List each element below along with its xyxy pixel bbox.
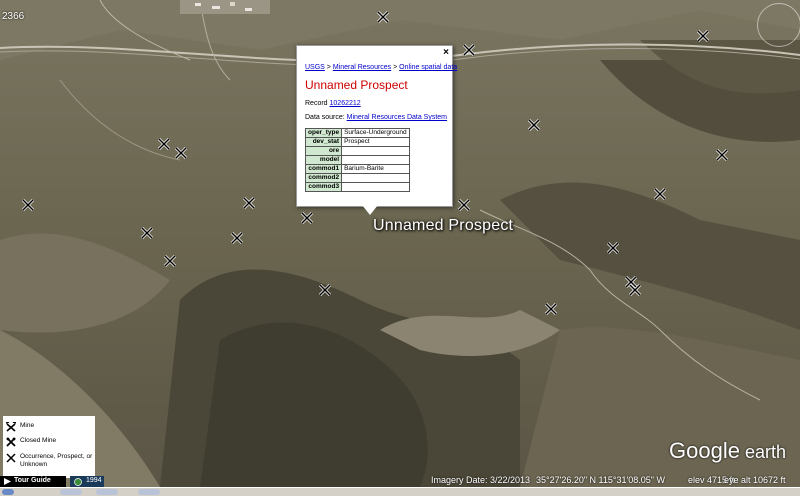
occurrence-marker[interactable] [544, 302, 558, 316]
google-earth-logo: Google earth [669, 438, 786, 464]
legend-label: Closed Mine [20, 437, 57, 444]
placemark-label[interactable]: Unnamed Prospect [373, 217, 513, 235]
occurrence-marker[interactable] [462, 43, 476, 57]
breadcrumb: USGS > Mineral Resources > Online spatia… [305, 64, 457, 71]
clock-icon [74, 478, 82, 486]
attribute-value: Prospect [341, 137, 410, 147]
close-icon[interactable]: × [443, 47, 449, 58]
attribute-value: Barium-Barite [341, 164, 410, 174]
eye-altitude-readout: eye alt 10672 ft [724, 475, 786, 485]
attribute-key: oper_type [304, 128, 343, 138]
attribute-value [341, 155, 410, 165]
attribute-value [341, 173, 410, 183]
table-row: oper_type Surface-Underground [304, 128, 410, 138]
occurrence-marker[interactable] [174, 146, 188, 160]
tour-guide-button[interactable]: Tour Guide [0, 476, 66, 487]
navigation-control[interactable] [757, 3, 800, 47]
record-line: Record 10262212 [305, 100, 361, 107]
taskbar-app-button[interactable] [138, 489, 160, 495]
occurrence-marker[interactable] [242, 196, 256, 210]
table-row: model [304, 155, 410, 165]
breadcrumb-separator: > [324, 64, 333, 71]
occurrence-marker[interactable] [21, 198, 35, 212]
attribute-value [341, 182, 410, 192]
attribute-table: oper_type Surface-Underground dev_stat Pro… [304, 128, 410, 192]
data-source-line: Data source: Mineral Resources Data Syst… [305, 114, 447, 121]
table-row: ore [304, 146, 410, 156]
imagery-date: Imagery Date: 3/22/2013 [431, 475, 531, 485]
online-spatial-data-link[interactable]: Online spatial data [399, 64, 457, 71]
usgs-link[interactable]: USGS [305, 64, 325, 71]
attribute-key: commod2 [304, 173, 343, 183]
table-row: commod3 [304, 182, 410, 192]
occurrence-marker[interactable] [527, 118, 541, 132]
record-label: Record [305, 100, 330, 107]
occurrence-marker[interactable] [628, 283, 642, 297]
occurrence-marker[interactable] [163, 254, 177, 268]
occurrence-marker[interactable] [318, 283, 332, 297]
occurrence-marker[interactable] [457, 198, 471, 212]
start-button[interactable] [2, 489, 14, 495]
closed-mine-icon [6, 437, 16, 449]
logo-google: Google [669, 438, 740, 463]
pick-hammer-icon [5, 421, 17, 434]
occurrence-marker[interactable] [653, 187, 667, 201]
taskbar-app-button[interactable] [60, 489, 82, 495]
occurrence-marker[interactable] [715, 148, 729, 162]
table-row: commod2 [304, 173, 410, 183]
attribute-value [341, 146, 410, 156]
attribute-key: ore [304, 146, 343, 156]
legend-label: Mine [20, 422, 35, 429]
occurrence-marker[interactable] [300, 211, 314, 225]
coordinate-fragment: 2366 [2, 11, 25, 22]
attribute-key: dev_stat [304, 137, 343, 147]
data-source-label: Data source: [305, 114, 347, 121]
record-link[interactable]: 10262212 [330, 100, 361, 107]
table-row: commod1 Barium-Barite [304, 164, 410, 174]
legend-item-closed-mine: Closed Mine [6, 437, 56, 449]
legend-item-occurrence: Occurrence, Prospect, or Unknown [6, 453, 94, 469]
breadcrumb-separator: > [391, 64, 400, 71]
historical-year: 1994 [86, 477, 102, 484]
legend-label: Occurrence, Prospect, or Unknown [20, 453, 93, 468]
attribute-value: Surface-Underground [341, 128, 410, 138]
tour-guide-icon [4, 478, 11, 485]
occurrence-marker[interactable] [157, 137, 171, 151]
occurrence-marker[interactable] [140, 226, 154, 240]
table-row: dev_stat Prospect [304, 137, 410, 147]
mineral-resources-link[interactable]: Mineral Resources [333, 64, 391, 71]
coordinates-readout: 35°27'26.20" N 115°31'08.05" W [536, 475, 665, 485]
tour-guide-label: Tour Guide [14, 477, 51, 484]
occurrence-marker[interactable] [230, 231, 244, 245]
balloon-pointer [362, 205, 378, 215]
status-bar: Imagery Date: 3/22/2013 35°27'26.20" N 1… [0, 474, 800, 487]
occurrence-marker[interactable] [376, 10, 390, 24]
occurrence-x-icon [6, 453, 16, 465]
attribute-key: commod3 [304, 182, 343, 192]
taskbar-app-button[interactable] [96, 489, 118, 495]
balloon-title: Unnamed Prospect [305, 78, 408, 92]
occurrence-marker[interactable] [606, 241, 620, 255]
occurrence-marker[interactable] [696, 29, 710, 43]
info-balloon: × USGS > Mineral Resources > Online spat… [296, 45, 457, 207]
attribute-key: commod1 [304, 164, 343, 174]
data-source-link[interactable]: Mineral Resources Data System [347, 114, 447, 121]
logo-earth: earth [739, 442, 786, 462]
legend-item-mine: Mine [5, 421, 35, 434]
historical-imagery-badge[interactable]: 1994 [70, 476, 104, 487]
map-legend: Mine Closed Mine Occurrence, Prospect, o… [3, 416, 95, 478]
attribute-key: model [304, 155, 343, 165]
